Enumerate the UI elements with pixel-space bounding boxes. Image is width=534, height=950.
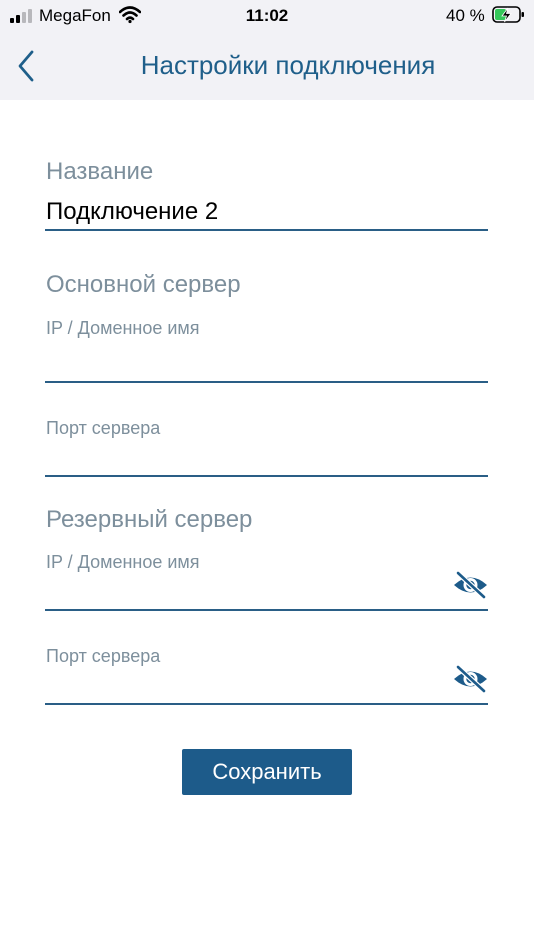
eye-slash-icon[interactable] (452, 665, 489, 693)
save-button[interactable]: Сохранить (182, 749, 352, 795)
page-title: Настройки подключения (140, 50, 436, 80)
name-field[interactable]: Подключение 2 (45, 192, 488, 232)
header: MegaFon 11:02 40 % Настройки подключения (0, 0, 534, 100)
primary-port-field[interactable]: Порт сервера (45, 414, 488, 478)
backup-port-placeholder: Порт сервера (46, 646, 161, 666)
status-bar: MegaFon 11:02 40 % (0, 0, 534, 34)
primary-port-placeholder: Порт сервера (46, 418, 161, 438)
name-value: Подключение 2 (46, 198, 219, 225)
backup-ip-field[interactable]: IP / Доменное имя (45, 548, 488, 612)
backup-port-underline (45, 703, 488, 705)
backup-ip-placeholder: IP / Доменное имя (46, 552, 200, 572)
primary-ip-field[interactable]: IP / Доменное имя (45, 314, 488, 384)
name-field-underline (45, 229, 488, 231)
primary-ip-placeholder: IP / Доменное имя (46, 318, 200, 338)
name-label: Название (46, 158, 154, 185)
battery-charging-icon (492, 6, 524, 23)
backup-ip-underline (45, 609, 488, 611)
primary-server-heading: Основной сервер (46, 271, 241, 298)
primary-port-underline (45, 475, 488, 477)
primary-ip-underline (45, 381, 488, 383)
backup-server-heading: Резервный сервер (46, 506, 253, 533)
eye-slash-icon[interactable] (452, 571, 489, 599)
battery-percent: 40 % (446, 6, 485, 25)
backup-port-field[interactable]: Порт сервера (45, 642, 488, 706)
